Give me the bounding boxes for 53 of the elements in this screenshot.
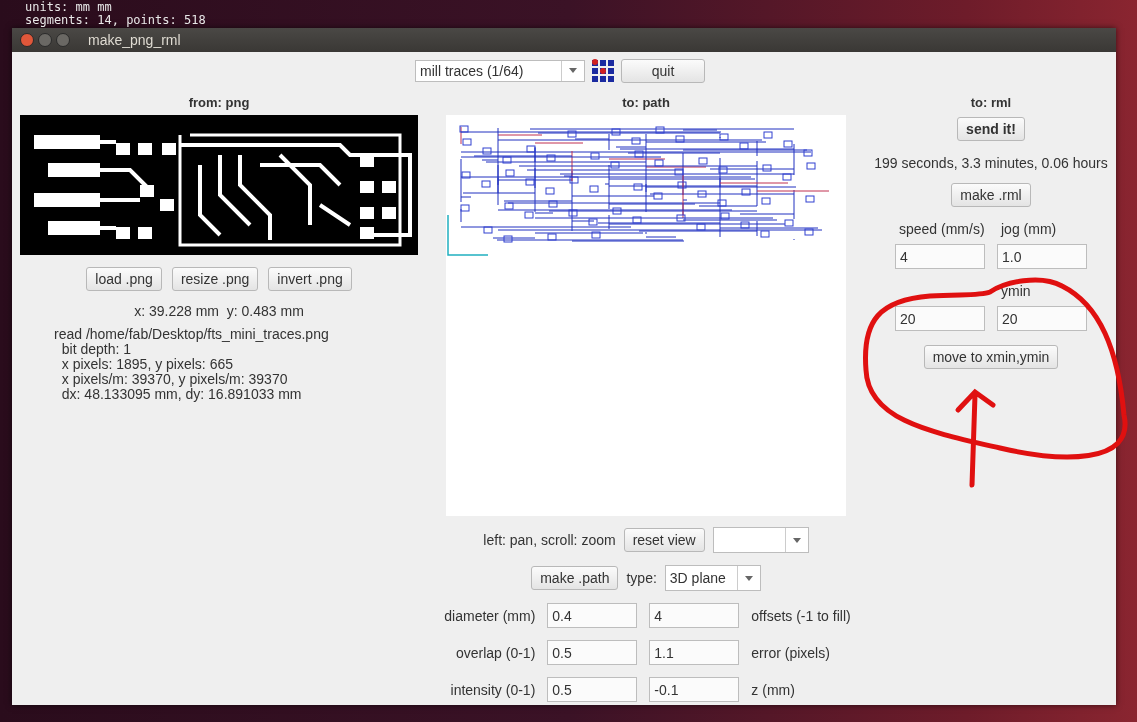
dropdown-arrow-icon <box>569 68 577 73</box>
field-label: speed (mm/s) <box>898 221 985 237</box>
quit-button[interactable]: quit <box>621 58 705 83</box>
minimize-icon[interactable] <box>38 33 52 47</box>
image-info-text: bit depth: 1 <box>60 342 132 357</box>
cursor-coordinates: x: 39.228 mm y: 0.483 mm <box>134 303 304 319</box>
parameter-label: overlap (0-1) <box>454 644 536 661</box>
parameter-input[interactable]: 0.5 <box>547 677 638 702</box>
view-select[interactable] <box>712 527 809 553</box>
field-label: jog (mm) <box>999 221 1057 237</box>
parameter-input[interactable]: 1.1 <box>649 640 740 665</box>
parameter-label: diameter (mm) <box>443 607 536 624</box>
file-button[interactable]: invert .png <box>268 267 352 291</box>
make-path-button[interactable]: make .path <box>531 566 619 590</box>
image-info-text: read /home/fab/Desktop/fts_mini_traces.png <box>54 327 329 342</box>
section-heading: to: rml <box>970 95 1012 112</box>
dropdown-arrow-icon <box>744 575 753 581</box>
parameter-input[interactable]: 0.5 <box>547 640 638 665</box>
reset-view-button[interactable]: reset view <box>623 528 705 552</box>
parameter-input[interactable]: 4 <box>649 603 740 628</box>
parameter-label: error (pixels) <box>751 644 831 661</box>
view-hint: left: pan, scroll: zoom <box>483 532 616 548</box>
move-button[interactable]: move to xmin,ymin <box>923 345 1059 369</box>
image-info-text: x pixels: 1895, y pixels: 665 <box>60 357 234 372</box>
time-estimate: 199 seconds, 3.3 minutes, 0.06 hours <box>874 155 1108 171</box>
window-title: make_png_rml <box>88 32 181 48</box>
parameter-input[interactable]: 0.4 <box>547 603 638 628</box>
mode-select[interactable]: mill traces (1/64) <box>415 59 585 82</box>
maximize-icon[interactable] <box>56 33 70 47</box>
section-heading: to: path <box>622 95 670 112</box>
parameter-label: z (mm) <box>751 681 796 698</box>
field-input[interactable]: 20 <box>895 306 985 331</box>
send-button[interactable]: send it! <box>957 117 1025 141</box>
make-rml-button[interactable]: make .rml <box>951 183 1031 207</box>
section-heading: from: png <box>188 95 250 112</box>
field-input[interactable]: 20 <box>997 306 1087 331</box>
image-info-text: x pixels/m: 39370, y pixels/m: 39370 <box>60 372 289 387</box>
file-button[interactable]: resize .png <box>171 267 259 291</box>
terminal-text: segments: 14, points: 518 <box>25 14 207 27</box>
field-input[interactable]: 4 <box>895 244 985 269</box>
image-info-text: dx: 48.133095 mm, dy: 16.891033 mm <box>60 387 303 402</box>
parameter-label: intensity (0-1) <box>449 681 536 698</box>
file-button[interactable]: load .png <box>86 267 162 291</box>
close-icon[interactable] <box>20 33 34 47</box>
type-label: type: <box>626 570 657 586</box>
terminal-text: units: mm mm <box>25 1 113 14</box>
field-label: ymin <box>1000 283 1031 299</box>
dropdown-arrow-icon <box>792 537 801 543</box>
field-input[interactable]: 1.0 <box>997 244 1087 269</box>
grid-icon <box>591 58 615 83</box>
parameter-label: offsets (-1 to fill) <box>751 607 851 624</box>
parameter-input[interactable]: -0.1 <box>649 677 740 702</box>
type-select[interactable]: 3D plane <box>664 565 761 591</box>
